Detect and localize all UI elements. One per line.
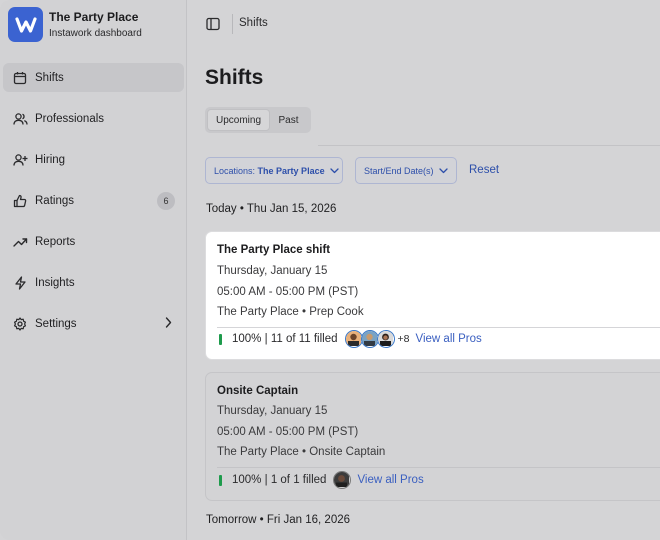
gear-icon	[12, 316, 28, 332]
shift-time: 05:00 AM - 05:00 PM (PST)	[217, 426, 359, 438]
sidebar-item-professionals[interactable]: Professionals	[3, 104, 184, 133]
chevron-down-icon	[438, 166, 448, 176]
sidebar-item-label: Settings	[35, 317, 77, 330]
top-bar: Shifts	[188, 0, 660, 48]
reset-filters-link[interactable]: Reset	[469, 164, 499, 176]
avatar	[344, 330, 363, 348]
shift-title: The Party Place shift	[217, 244, 331, 256]
shift-date: Thursday, January 15	[217, 265, 328, 277]
calendar-icon	[12, 70, 28, 86]
shift-location-role: The Party Place • Onsite Captain	[217, 446, 386, 458]
view-all-pros-link[interactable]: View all Pros	[416, 333, 482, 345]
fill-status: 100% | 11 of 11 filled +8 View all Pros	[219, 330, 482, 348]
avatar	[360, 330, 379, 348]
sidebar-item-label: Hiring	[35, 153, 66, 166]
avatar	[333, 471, 352, 489]
date-range-filter[interactable]: Start/End Date(s)	[355, 157, 457, 184]
sidebar-item-settings[interactable]: Settings	[3, 309, 184, 338]
fill-status: 100% | 1 of 1 filled View all Pros	[219, 471, 424, 489]
date-range-filter-label: Start/End Date(s)	[364, 165, 434, 176]
fill-percent: 100% |	[232, 474, 268, 486]
pro-avatars[interactable]	[344, 330, 395, 348]
shift-card[interactable]: Onsite Captain Thursday, January 15 05:0…	[205, 372, 660, 501]
sidebar: The Party Place Instawork dashboard Shif…	[0, 0, 187, 540]
divider	[232, 14, 233, 34]
locations-filter[interactable]: Locations: The Party Place	[205, 157, 343, 184]
users-icon	[12, 111, 28, 127]
sidebar-nav: Shifts Professionals Hiring Ratings 6 Re…	[3, 63, 184, 350]
avatar	[376, 330, 395, 348]
page-title: Shifts	[205, 66, 264, 89]
more-pros-count: +8	[397, 333, 410, 345]
sidebar-item-label: Insights	[35, 276, 75, 289]
tab-past[interactable]: Past	[270, 109, 307, 131]
sidebar-item-ratings[interactable]: Ratings 6	[3, 186, 184, 215]
thumbs-up-icon	[12, 193, 28, 209]
brand-name: The Party Place	[49, 9, 139, 24]
fill-indicator	[219, 474, 222, 486]
brand-switcher[interactable]: The Party Place Instawork dashboard	[8, 7, 142, 42]
sidebar-item-label: Professionals	[35, 112, 105, 125]
day-heading: Tomorrow • Fri Jan 16, 2026	[206, 514, 351, 526]
tab-upcoming[interactable]: Upcoming	[207, 109, 270, 131]
app-window: The Party Place Instawork dashboard Shif…	[0, 0, 660, 540]
filled-count: 1 of 1 filled	[270, 474, 327, 486]
sidebar-item-hiring[interactable]: Hiring	[3, 145, 184, 174]
locations-filter-value: The Party Place	[257, 165, 325, 176]
chevron-down-icon	[329, 166, 339, 176]
sidebar-item-insights[interactable]: Insights	[3, 268, 184, 297]
shift-date: Thursday, January 15	[217, 405, 328, 417]
view-all-pros-link[interactable]: View all Pros	[357, 474, 423, 486]
sidebar-toggle-icon[interactable]	[206, 17, 220, 31]
instawork-logo	[8, 7, 43, 42]
sidebar-item-label: Ratings	[35, 194, 74, 207]
chevron-right-icon	[165, 317, 172, 331]
brand-subtitle: Instawork dashboard	[49, 27, 142, 39]
fill-percent: 100% |	[232, 333, 268, 345]
breadcrumb: Shifts	[239, 17, 268, 29]
shift-time: 05:00 AM - 05:00 PM (PST)	[217, 286, 359, 298]
divider	[318, 145, 660, 146]
user-plus-icon	[12, 152, 28, 168]
divider	[217, 327, 660, 328]
ratings-count-badge: 6	[157, 192, 175, 210]
trending-up-icon	[12, 234, 28, 250]
pro-avatars[interactable]	[333, 471, 352, 489]
divider	[217, 467, 660, 468]
shift-card[interactable]: The Party Place shift Thursday, January …	[205, 231, 660, 360]
sidebar-item-label: Shifts	[35, 71, 64, 84]
lightning-icon	[12, 275, 28, 291]
shift-location-role: The Party Place • Prep Cook	[217, 306, 364, 318]
shift-title: Onsite Captain	[217, 385, 299, 397]
sidebar-item-shifts[interactable]: Shifts	[3, 63, 184, 92]
sidebar-item-label: Reports	[35, 235, 76, 248]
shift-tabs: Upcoming Past	[205, 107, 311, 133]
day-heading: Today • Thu Jan 15, 2026	[206, 203, 337, 215]
fill-indicator	[219, 333, 222, 345]
locations-filter-prefix: Locations:	[214, 165, 256, 176]
filled-count: 11 of 11 filled	[270, 333, 338, 345]
sidebar-item-reports[interactable]: Reports	[3, 227, 184, 256]
